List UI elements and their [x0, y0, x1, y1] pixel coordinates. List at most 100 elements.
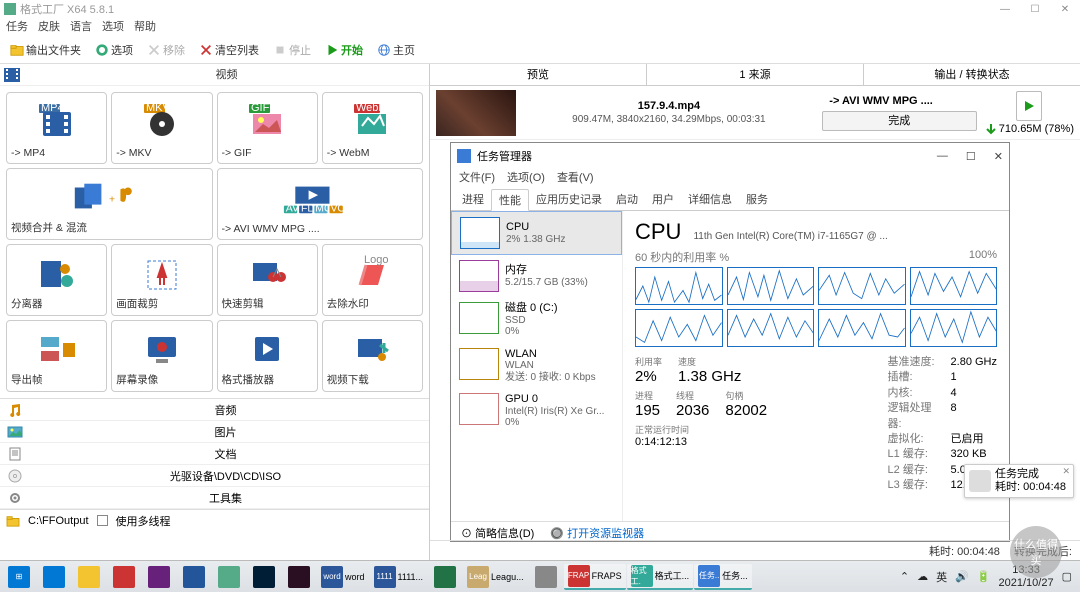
format-tile[interactable]: 视频下载 [322, 320, 423, 392]
optical-section[interactable]: 光驱设备\DVD\CD\ISO [0, 465, 429, 487]
menu-skin[interactable]: 皮肤 [38, 18, 60, 36]
stop-button[interactable]: 停止 [269, 40, 315, 60]
taskbar-app[interactable]: LeagLeagu... [463, 564, 528, 590]
minimize-button[interactable]: — [990, 0, 1020, 18]
taskbar-app[interactable] [72, 564, 106, 590]
tab-startup[interactable]: 启动 [609, 189, 645, 210]
image-section[interactable]: 图片 [0, 421, 429, 443]
taskbar-app[interactable]: 11111111... [370, 564, 428, 590]
output-path[interactable]: C:\FFOutput [28, 515, 89, 527]
document-section[interactable]: 文档 [0, 443, 429, 465]
play-output-button[interactable] [1016, 91, 1042, 121]
format-tile[interactable]: MP4-> MP4 [6, 92, 107, 164]
tab-services[interactable]: 服务 [739, 189, 775, 210]
tab-performance[interactable]: 性能 [491, 189, 529, 211]
tm-minimize[interactable]: — [937, 150, 948, 163]
tab-details[interactable]: 详细信息 [681, 189, 739, 210]
format-tile[interactable]: 导出帧 [6, 320, 107, 392]
tm-side-item[interactable]: WLANWLAN发送: 0 接收: 0 Kbps [451, 343, 622, 389]
maximize-button[interactable]: ☐ [1020, 0, 1050, 18]
format-tile[interactable]: MKV-> MKV [111, 92, 212, 164]
tab-processes[interactable]: 进程 [455, 189, 491, 210]
right-statusbar: 耗时: 00:04:48 转换完成后: [430, 540, 1080, 560]
format-tile[interactable]: +视频合并 & 混流 [6, 168, 213, 240]
tm-icon [457, 149, 471, 163]
format-tile[interactable]: AVIFLVMOVVOB-> AVI WMV MPG .... [217, 168, 424, 240]
show-desktop[interactable]: ▢ [1062, 570, 1072, 583]
format-tile[interactable]: 格式播放器 [217, 320, 318, 392]
options-button[interactable]: 选项 [91, 40, 137, 60]
notification-toast[interactable]: 任务完成耗时: 00:04:48 ✕ [964, 464, 1074, 498]
tm-side-item[interactable]: 内存5.2/15.7 GB (33%) [451, 255, 622, 297]
taskbar-app[interactable]: 任务..任务... [694, 564, 752, 590]
output-folder-button[interactable]: 输出文件夹 [6, 40, 85, 60]
music-icon [6, 403, 24, 417]
taskbar-app[interactable] [37, 564, 71, 590]
cpu-model: 11th Gen Intel(R) Core(TM) i7-1165G7 @ .… [693, 231, 997, 242]
menu-help[interactable]: 帮助 [134, 18, 156, 36]
open-resmon-link[interactable]: 🔘 打开资源监视器 [550, 525, 644, 541]
tm-close[interactable]: ✕ [994, 150, 1003, 163]
menu-lang[interactable]: 语言 [70, 18, 92, 36]
menu-task[interactable]: 任务 [6, 18, 28, 36]
cpu-uptime: 0:14:12:13 [635, 436, 767, 448]
format-tile[interactable]: 分离器 [6, 244, 107, 316]
preview-header[interactable]: 预览 [430, 64, 646, 85]
tab-users[interactable]: 用户 [645, 189, 681, 210]
tm-side-item[interactable]: CPU2% 1.38 GHz [451, 211, 622, 255]
tm-side-item[interactable]: 磁盘 0 (C:)SSD0% [451, 297, 622, 343]
job-filename: 157.9.4.mp4 [638, 100, 700, 112]
tab-history[interactable]: 应用历史记录 [529, 189, 609, 210]
taskbar-app[interactable] [282, 564, 316, 590]
taskbar-app[interactable] [142, 564, 176, 590]
start-button[interactable]: 开始 [321, 40, 367, 60]
job-thumbnail [436, 90, 516, 136]
multithread-checkbox[interactable] [97, 515, 108, 526]
taskbar-app[interactable] [107, 564, 141, 590]
format-tile[interactable]: GIF-> GIF [217, 92, 318, 164]
format-tile[interactable]: 画面裁剪 [111, 244, 212, 316]
job-row[interactable]: 157.9.4.mp4 909.47M, 3840x2160, 34.29Mbp… [430, 86, 1080, 140]
job-outsize: 710.65M (78%) [999, 123, 1074, 135]
notif-close[interactable]: ✕ [1062, 466, 1070, 477]
taskbar-app[interactable] [177, 564, 211, 590]
taskbar-app[interactable] [247, 564, 281, 590]
taskbar-app[interactable] [529, 564, 563, 590]
cpu-proc: 195 [635, 402, 660, 419]
output-header[interactable]: 输出 / 转换状态 [863, 64, 1080, 85]
source-header[interactable]: 1 来源 [646, 64, 863, 85]
left-panel: 视频 MP4-> MP4MKV-> MKVGIF-> GIFWebM-> Web… [0, 64, 430, 560]
disc-icon [6, 469, 24, 483]
notif-icon [969, 470, 991, 492]
tm-menu-view[interactable]: 查看(V) [557, 169, 594, 189]
clear-list-button[interactable]: 清空列表 [195, 40, 263, 60]
taskbar-app[interactable]: 格式工.格式工... [627, 564, 694, 590]
taskbar-app[interactable]: wordword [317, 564, 369, 590]
tm-tabs: 进程 性能 应用历史记录 启动 用户 详细信息 服务 [451, 189, 1009, 211]
close-button[interactable]: ✕ [1050, 0, 1080, 18]
homepage-button[interactable]: 主页 [373, 40, 419, 60]
tm-menu-file[interactable]: 文件(F) [459, 169, 495, 189]
menu-options[interactable]: 选项 [102, 18, 124, 36]
tm-titlebar[interactable]: 任务管理器 — ☐ ✕ [451, 143, 1009, 169]
format-tile[interactable]: 快速剪辑 [217, 244, 318, 316]
tm-menu-options[interactable]: 选项(O) [507, 169, 545, 189]
tm-side-item[interactable]: GPU 0Intel(R) Iris(R) Xe Gr...0% [451, 388, 622, 434]
format-tile[interactable]: WebM-> WebM [322, 92, 423, 164]
taskbar-app[interactable]: ⊞ [2, 564, 36, 590]
film-icon [4, 68, 20, 82]
brief-toggle[interactable]: ⊙ 简略信息(D) [461, 525, 534, 541]
cpu-graph-grid [635, 267, 997, 347]
toolkit-section[interactable]: 工具集 [0, 487, 429, 509]
taskbar-app[interactable]: FRAPFRAPS [564, 564, 626, 590]
tm-maximize[interactable]: ☐ [966, 150, 976, 163]
taskbar-app[interactable] [212, 564, 246, 590]
taskbar-app[interactable] [428, 564, 462, 590]
tm-side-list: CPU2% 1.38 GHz内存5.2/15.7 GB (33%)磁盘 0 (C… [451, 211, 623, 521]
job-done-button[interactable]: 完成 [822, 111, 977, 131]
remove-button[interactable]: 移除 [143, 40, 189, 60]
format-tile[interactable]: 屏幕录像 [111, 320, 212, 392]
format-tile[interactable]: Logo去除水印 [322, 244, 423, 316]
video-section-header[interactable]: 视频 [0, 64, 429, 86]
audio-section[interactable]: 音频 [0, 399, 429, 421]
